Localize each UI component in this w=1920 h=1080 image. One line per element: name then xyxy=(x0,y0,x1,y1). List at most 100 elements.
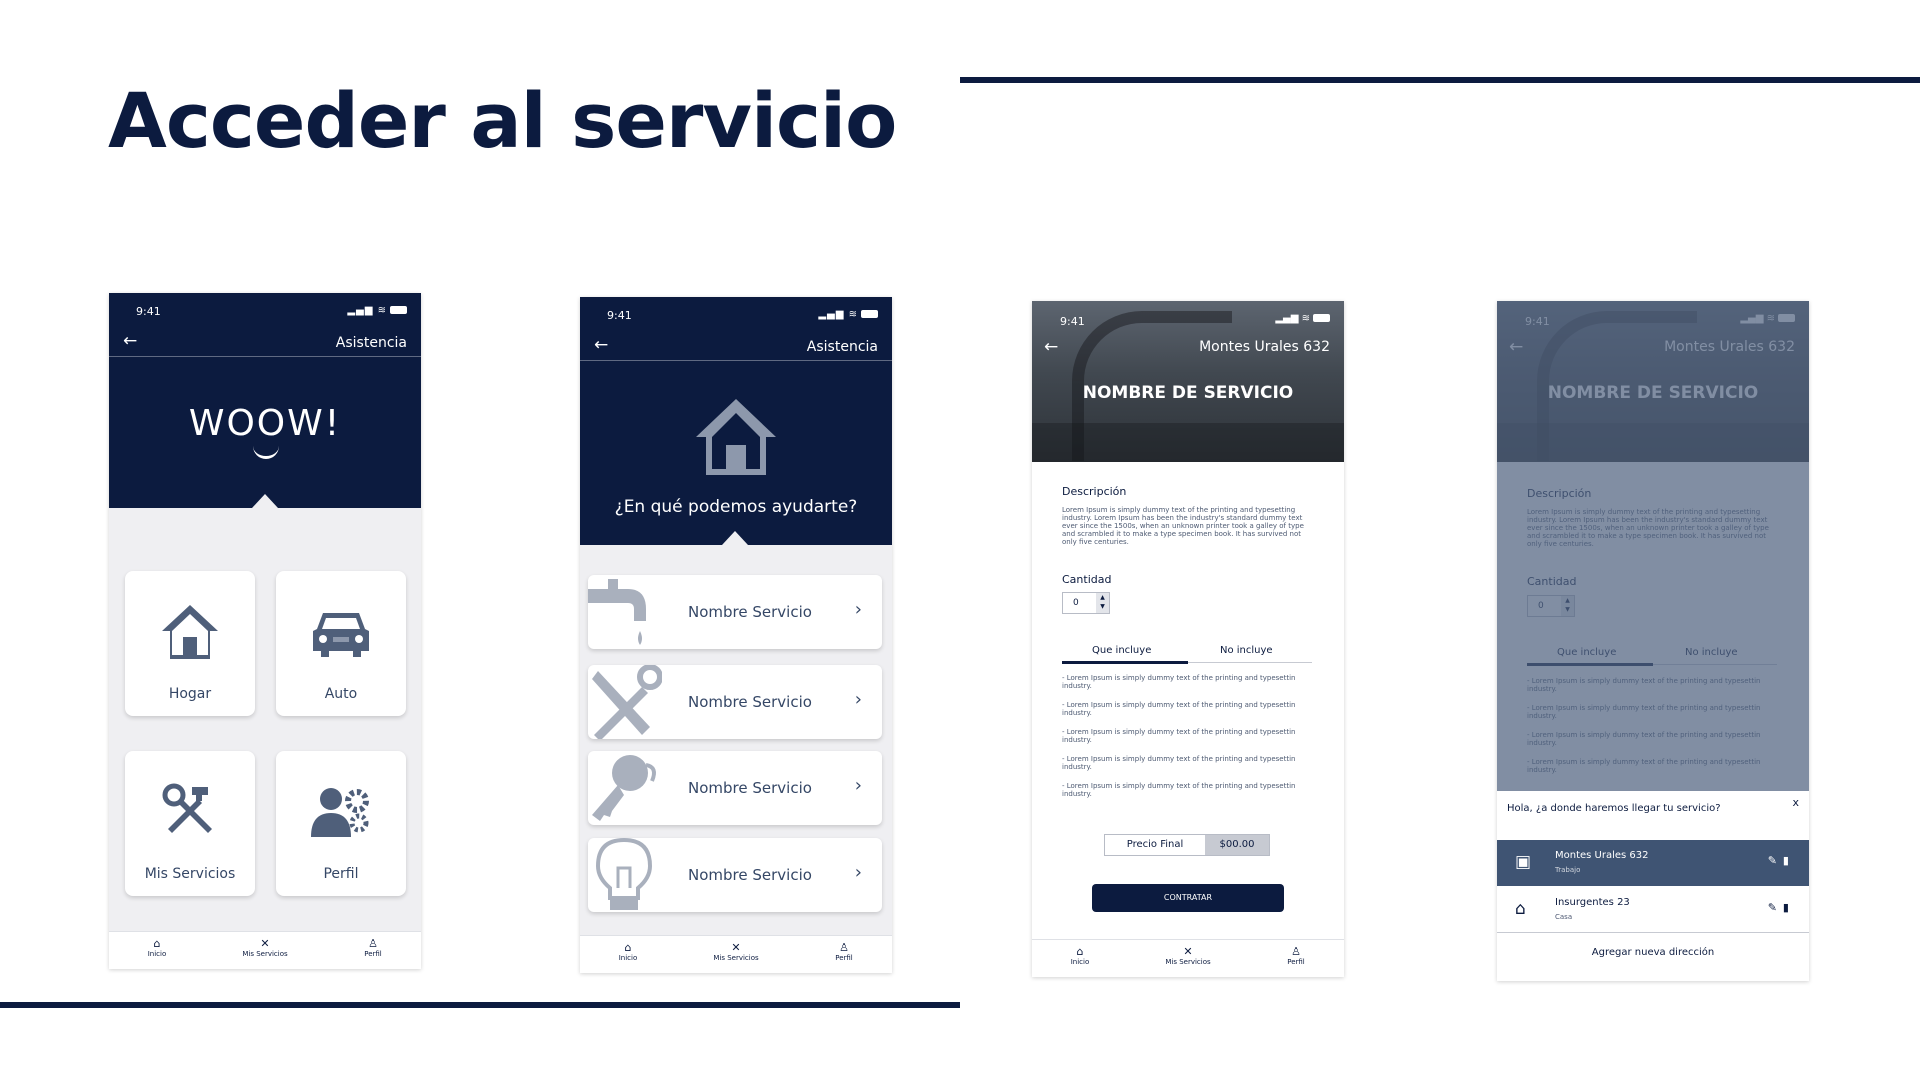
back-arrow-icon[interactable]: ← xyxy=(123,331,137,351)
status-bar: 9:41 ▂▄▆ ≋ xyxy=(109,293,421,331)
tab-label: Mis Servicios xyxy=(242,950,288,958)
tab-mis-servicios[interactable]: ✕ Mis Servicios xyxy=(696,941,776,963)
quantity-label: Cantidad xyxy=(1062,573,1112,586)
tab-inicio[interactable]: ⌂ Inicio xyxy=(117,937,197,959)
tab-perfil[interactable]: ♙ Perfil xyxy=(333,937,413,959)
tab-perfil[interactable]: ♙ Perfil xyxy=(1256,945,1336,967)
list-item: - Lorem Ipsum is simply dummy text of th… xyxy=(1062,701,1296,717)
slide-title: Acceder al servicio xyxy=(108,76,897,165)
back-arrow-icon[interactable]: ← xyxy=(594,335,608,355)
tab-inicio[interactable]: ⌂ Inicio xyxy=(588,942,668,963)
current-address[interactable]: Montes Urales 632 xyxy=(1199,339,1330,355)
tab-label: Inicio xyxy=(1070,958,1090,966)
tab-label: Perfil xyxy=(364,950,382,958)
tab-mis-servicios[interactable]: ✕ Mis Servicios xyxy=(225,937,305,959)
tab-mis-servicios[interactable]: ✕ Mis Servicios xyxy=(1148,946,1228,967)
tile-label: Perfil xyxy=(323,866,359,882)
service-item[interactable]: Nombre Servicio › xyxy=(588,575,882,649)
bottom-tabbar: ⌂ Inicio ✕ Mis Servicios ♙ Perfil xyxy=(580,935,892,973)
house-icon xyxy=(696,399,776,475)
tab-label: Perfil xyxy=(835,954,853,962)
tile-label: Hogar xyxy=(168,686,212,702)
includes-tabs: Que incluye No incluye xyxy=(1062,643,1312,664)
bottom-rule xyxy=(0,1002,960,1008)
service-name: Nombre Servicio xyxy=(688,779,812,797)
final-price: Precio Final $00.00 xyxy=(1104,834,1270,856)
header-title: Asistencia xyxy=(335,335,407,351)
service-item[interactable]: Nombre Servicio › xyxy=(588,751,882,825)
address-bottom-sheet: Hola, ¿a donde haremos llegar tu servici… xyxy=(1497,791,1809,981)
modal-backdrop[interactable] xyxy=(1497,301,1809,791)
phone-service-list-screen: 9:41 ▂▄▆ ≋ ← Asistencia ¿En qué podemos … xyxy=(580,297,892,973)
tab-label: Inicio xyxy=(147,950,167,958)
chevron-right-icon: › xyxy=(854,599,862,620)
tile-perfil[interactable]: Perfil xyxy=(276,751,406,896)
list-item: - Lorem Ipsum is simply dummy text of th… xyxy=(1062,728,1296,744)
list-item: - Lorem Ipsum is simply dummy text of th… xyxy=(1062,782,1296,798)
tile-label: Auto xyxy=(324,686,358,702)
tile-label: Mis Servicios xyxy=(144,866,236,882)
list-header: 9:41 ▂▄▆ ≋ ← Asistencia ¿En qué podemos … xyxy=(580,297,892,545)
close-icon[interactable]: x xyxy=(1792,796,1799,809)
tile-auto[interactable]: Auto xyxy=(276,571,406,716)
signal-wifi-battery-icon: ▂▄▆ ≋ xyxy=(347,305,407,316)
description-section: Descripción Lorem Ipsum is simply dummy … xyxy=(1062,485,1312,546)
contratar-button[interactable]: CONTRATAR xyxy=(1092,884,1284,912)
user-icon: ♙ xyxy=(368,937,378,950)
service-name: Nombre Servicio xyxy=(688,866,812,884)
chevron-right-icon: › xyxy=(854,862,862,883)
tools-icon: ✕ xyxy=(260,937,270,950)
address-item[interactable]: ⌂ Insurgentes 23 Casa ✎▮ xyxy=(1497,887,1809,933)
status-time: 9:41 xyxy=(1060,315,1085,328)
home-icon: ⌂ xyxy=(1076,945,1084,958)
back-arrow-icon[interactable]: ← xyxy=(1044,337,1058,357)
tile-hogar[interactable]: Hogar xyxy=(125,571,255,716)
description-text: Lorem Ipsum is simply dummy text of the … xyxy=(1062,506,1304,546)
service-name: Nombre Servicio xyxy=(688,603,812,621)
status-time: 9:41 xyxy=(607,309,632,322)
add-address-link[interactable]: Agregar nueva dirección xyxy=(1497,947,1809,958)
user-icon: ♙ xyxy=(1291,945,1301,958)
tab-perfil[interactable]: ♙ Perfil xyxy=(804,941,884,963)
home-header: 9:41 ▂▄▆ ≋ ← Asistencia WOOW! xyxy=(109,293,421,508)
edit-delete-icons[interactable]: ✎▮ xyxy=(1768,854,1795,867)
service-item[interactable]: Nombre Servicio › xyxy=(588,665,882,739)
service-item[interactable]: Nombre Servicio › xyxy=(588,838,882,912)
tab-label: Mis Servicios xyxy=(1165,958,1211,966)
pointer-notch xyxy=(252,494,278,508)
quantity-stepper[interactable]: 0 ▲ ▼ xyxy=(1062,592,1110,614)
header-title: Asistencia xyxy=(806,339,878,355)
list-item: - Lorem Ipsum is simply dummy text of th… xyxy=(1062,755,1296,771)
list-item: - Lorem Ipsum is simply dummy text of th… xyxy=(1062,674,1296,690)
user-icon: ♙ xyxy=(839,941,849,954)
woow-logo: WOOW! xyxy=(188,403,342,444)
address-item-selected[interactable]: ▣ Montes Urales 632 Trabajo ✎▮ xyxy=(1497,840,1809,886)
edit-delete-icons[interactable]: ✎▮ xyxy=(1768,901,1795,914)
tools-icon xyxy=(162,783,212,833)
tab-label: Mis Servicios xyxy=(713,954,759,962)
status-bar: 9:41 ▂▄▆ ≋ xyxy=(580,297,892,335)
tools-icon: ✕ xyxy=(731,941,741,954)
tab-no-incluye[interactable]: No incluye xyxy=(1220,645,1273,656)
tab-que-incluye[interactable]: Que incluye xyxy=(1092,645,1151,656)
tab-label: Perfil xyxy=(1287,958,1305,966)
home-icon: ⌂ xyxy=(153,937,161,950)
chevron-right-icon: › xyxy=(854,775,862,796)
key-icon xyxy=(592,755,656,821)
user-gear-icon xyxy=(311,788,369,837)
stepper-arrows-icon[interactable]: ▲ ▼ xyxy=(1096,593,1109,613)
tab-inicio[interactable]: ⌂ Inicio xyxy=(1040,945,1120,967)
service-title: NOMBRE DE SERVICIO xyxy=(1082,383,1294,403)
signal-wifi-battery-icon: ▂▄▆ ≋ xyxy=(818,309,878,320)
top-rule xyxy=(960,77,1920,83)
bottom-tabbar: ⌂ Inicio ✕ Mis Servicios ♙ Perfil xyxy=(1032,939,1344,977)
briefcase-icon: ▣ xyxy=(1515,852,1532,872)
tab-label: Inicio xyxy=(618,954,638,962)
service-hero-image: 9:41 ▂▄▆ ≋ ← Montes Urales 632 NOMBRE DE… xyxy=(1032,301,1344,462)
phone-service-detail-screen: 9:41 ▂▄▆ ≋ ← Montes Urales 632 NOMBRE DE… xyxy=(1032,301,1344,977)
phone-home-screen: 9:41 ▂▄▆ ≋ ← Asistencia WOOW! Hogar Auto… xyxy=(109,293,421,969)
price-label: Precio Final xyxy=(1105,835,1205,855)
price-value: $00.00 xyxy=(1205,835,1269,855)
car-icon xyxy=(313,613,369,657)
tile-mis-servicios[interactable]: Mis Servicios xyxy=(125,751,255,896)
